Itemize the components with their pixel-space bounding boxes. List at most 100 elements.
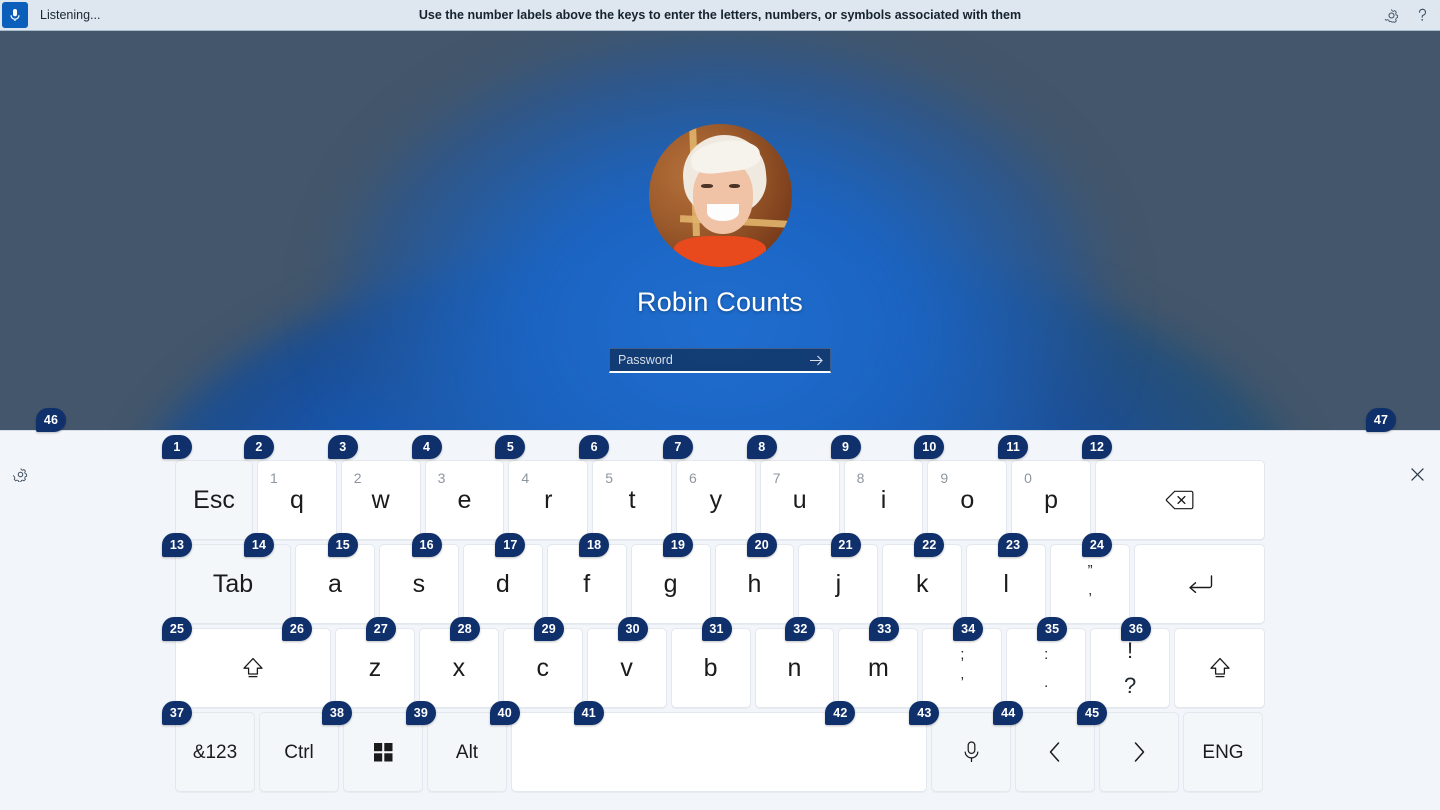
key-e[interactable]: 3e416	[425, 460, 505, 540]
badge-6: 6	[579, 435, 609, 459]
badge-11: 11	[998, 435, 1028, 459]
password-input[interactable]	[618, 353, 805, 367]
badge-5: 5	[495, 435, 525, 459]
badge-22: 22	[914, 533, 944, 557]
key-language[interactable]: ENG	[1183, 712, 1263, 792]
key-u[interactable]: 7u820	[760, 460, 840, 540]
key-t[interactable]: 5t618	[592, 460, 672, 540]
badge-40: 40	[490, 701, 520, 725]
key-a-label: a	[328, 572, 342, 597]
key-q-label: q	[290, 488, 304, 513]
chevron-left-icon	[1047, 740, 1063, 764]
key-t-number-label: 5	[605, 470, 613, 486]
key-p[interactable]: 0p1123	[1011, 460, 1091, 540]
keyboard-rows: Esc1131q2142w3153e4164r5175t6186y7197u82…	[175, 460, 1265, 792]
backspace-icon	[1165, 489, 1194, 511]
key-f-label: f	[583, 572, 590, 597]
topbar-actions	[1384, 7, 1430, 23]
badge-17: 17	[495, 533, 525, 557]
badge-36: 36	[1121, 617, 1151, 641]
gear-icon[interactable]	[13, 467, 28, 487]
key-o-label: o	[960, 488, 974, 513]
key-c-label: c	[537, 656, 550, 681]
key-shift-right[interactable]	[1174, 628, 1265, 708]
question-mark-icon[interactable]	[1415, 7, 1430, 23]
key-backspace[interactable]: 1224	[1095, 460, 1265, 540]
badge-21: 21	[831, 533, 861, 557]
key-tab[interactable]: Tab25	[175, 544, 291, 624]
key-esc[interactable]: Esc113	[175, 460, 253, 540]
badge-42: 42	[825, 701, 855, 725]
touch-keyboard-panel: Esc1131q2142w3153e4164r5175t6186y7197u82…	[0, 430, 1440, 810]
key-x-label: x	[453, 656, 466, 681]
key-enter[interactable]: 36	[1134, 544, 1265, 624]
keyboard-row-1: Esc1131q2142w3153e4164r5175t6186y7197u82…	[175, 460, 1265, 540]
badge-8: 8	[747, 435, 777, 459]
key-w-number-label: 2	[354, 470, 362, 486]
user-login-block: Robin Counts	[0, 124, 1440, 373]
badge-12: 12	[1082, 435, 1112, 459]
chevron-right-icon	[1131, 740, 1147, 764]
key-e-label: e	[458, 488, 472, 513]
shift-icon	[241, 656, 265, 680]
key-y[interactable]: 6y719	[676, 460, 756, 540]
badge-35: 35	[1037, 617, 1067, 641]
badge-27: 27	[366, 617, 396, 641]
key-w-label: w	[372, 488, 390, 513]
key-arrow-right[interactable]	[1099, 712, 1179, 792]
shift-icon	[1208, 656, 1232, 680]
key-o[interactable]: 9o1022	[927, 460, 1007, 540]
user-name: Robin Counts	[637, 287, 803, 318]
badge-34: 34	[953, 617, 983, 641]
badge-37: 37	[162, 701, 192, 725]
key-i[interactable]: 8i921	[844, 460, 924, 540]
key-symbols[interactable]: &123	[175, 712, 255, 792]
key-p-number-label: 0	[1024, 470, 1032, 486]
key-w[interactable]: 2w315	[341, 460, 421, 540]
key-alt-label: Alt	[456, 743, 478, 762]
keyboard-hint-text: Use the number labels above the keys to …	[0, 8, 1440, 22]
badge-10: 10	[914, 435, 944, 459]
badge-13: 13	[162, 533, 192, 557]
key-symbols-label: &123	[193, 743, 237, 762]
key-h-label: h	[748, 572, 762, 597]
key-m-label: m	[868, 656, 889, 681]
badge-keyboard-close: 47	[1366, 408, 1396, 432]
key-esc-label: Esc	[193, 488, 235, 513]
badge-3: 3	[328, 435, 358, 459]
key-t-label: t	[629, 488, 636, 513]
key-ctrl-label: Ctrl	[284, 743, 314, 762]
key-shift-left[interactable]: 37	[175, 628, 331, 708]
key-j-label: j	[836, 572, 842, 597]
badge-20: 20	[747, 533, 777, 557]
badge-19: 19	[663, 533, 693, 557]
badge-15: 15	[328, 533, 358, 557]
password-field-wrapper[interactable]	[609, 348, 831, 373]
key-q[interactable]: 1q214	[257, 460, 337, 540]
key-v-label: v	[620, 656, 633, 681]
badge-45: 45	[1077, 701, 1107, 725]
key-g-label: g	[664, 572, 678, 597]
microphone-icon[interactable]	[2, 2, 28, 28]
badge-2: 2	[244, 435, 274, 459]
key-k-label: k	[916, 572, 929, 597]
badge-9: 9	[831, 435, 861, 459]
badge-38: 38	[322, 701, 352, 725]
key-r-number-label: 4	[521, 470, 529, 486]
key-q-number-label: 1	[270, 470, 278, 486]
key-r-label: r	[544, 488, 552, 513]
enter-icon	[1186, 573, 1214, 595]
key-n-label: n	[788, 656, 802, 681]
close-icon[interactable]	[1410, 467, 1425, 485]
badge-32: 32	[785, 617, 815, 641]
badge-23: 23	[998, 533, 1028, 557]
key-tab-label: Tab	[213, 572, 253, 597]
badge-41: 41	[574, 701, 604, 725]
arrow-right-icon[interactable]	[805, 354, 824, 367]
windows-icon	[374, 743, 393, 762]
gear-icon[interactable]	[1384, 8, 1399, 23]
key-b-label: b	[704, 656, 718, 681]
key-l-label: l	[1003, 572, 1009, 597]
badge-4: 4	[412, 435, 442, 459]
key-r[interactable]: 4r517	[508, 460, 588, 540]
